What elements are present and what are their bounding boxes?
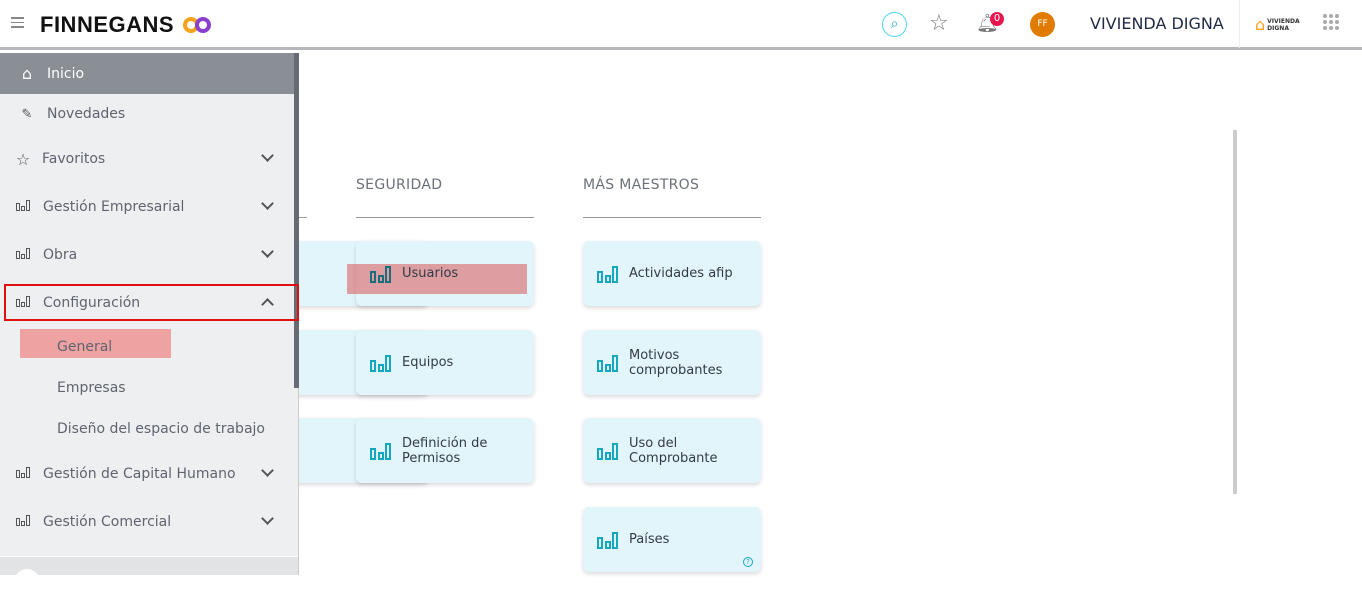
chart-icon xyxy=(14,247,32,263)
search-icon[interactable]: ⌕ xyxy=(882,12,907,37)
card-label: Usuarios xyxy=(402,266,459,281)
section-divider xyxy=(356,217,534,218)
card-motivos-comprobantes[interactable]: Motivos comprobantes xyxy=(583,330,761,395)
sidebar-item-inicio[interactable]: ⌂ Inicio xyxy=(0,53,294,94)
star-icon: ☆ xyxy=(15,149,31,169)
card-label: Países xyxy=(629,532,670,547)
card-label: Definición de Permisos xyxy=(402,435,488,466)
chevron-down-icon[interactable] xyxy=(261,512,274,525)
sidebar-item-label: Novedades xyxy=(47,106,126,122)
sidebar-item-label: Gestión Empresarial xyxy=(43,199,185,215)
card-actividades-afip[interactable]: Actividades afip xyxy=(583,241,761,306)
card-paises[interactable]: Países ? xyxy=(583,507,761,572)
top-header: FINNEGANS ⌕ ☆ 🔔︎ 0 FF VIVIENDA DIGNA ⌂ V… xyxy=(0,0,1362,50)
house-icon: ⌂ xyxy=(1255,15,1266,34)
section-divider xyxy=(583,217,761,218)
sidebar-item-label: Favoritos xyxy=(42,151,106,167)
chart-icon xyxy=(370,354,391,372)
sidebar-item-label: Gestión Comercial xyxy=(43,514,172,530)
card-label: Equipos xyxy=(402,355,454,370)
chevron-down-icon[interactable] xyxy=(261,197,274,210)
sidebar-item-gestion-empresarial[interactable]: Gestión Empresarial xyxy=(0,187,294,227)
company-logo-text: VIVIENDA DIGNA xyxy=(1267,17,1300,32)
chart-icon xyxy=(14,466,32,482)
notification-badge: 0 xyxy=(990,12,1004,26)
chart-icon xyxy=(370,265,391,283)
company-logo: ⌂ VIVIENDA DIGNA xyxy=(1255,15,1300,34)
card-label: Motivos comprobantes xyxy=(629,347,723,378)
sidebar-scrollbar[interactable] xyxy=(294,53,299,388)
chart-icon xyxy=(14,514,32,530)
sidebar: ⌂ Inicio ✎ Novedades ☆ Favoritos Gestión Em… xyxy=(0,53,298,595)
brand-name: FINNEGANS xyxy=(40,12,175,37)
sidebar-item-gestion-comercial[interactable]: Gestión Comercial xyxy=(0,502,294,542)
sidebar-item-obra[interactable]: Obra xyxy=(0,235,294,275)
help-icon[interactable]: ? xyxy=(743,557,753,567)
sidebar-item-label: Inicio xyxy=(47,65,85,82)
sidebar-right-edge xyxy=(298,388,299,575)
sidebar-item-label: Gestión de Capital Humano xyxy=(43,466,236,482)
divider xyxy=(1239,0,1240,48)
sidebar-item-label: Configuración xyxy=(43,295,141,311)
home-icon: ⌂ xyxy=(21,64,33,83)
apps-grid-icon[interactable] xyxy=(1323,14,1339,30)
content-panel-border xyxy=(1233,130,1237,494)
favorites-star-icon[interactable]: ☆ xyxy=(929,11,949,36)
section-title-seguridad: SEGURIDAD xyxy=(356,177,443,193)
sidebar-item-label: Obra xyxy=(43,247,78,263)
sidebar-subitem-diseno[interactable]: Diseño del espacio de trabajo xyxy=(57,421,265,437)
chevron-up-icon[interactable] xyxy=(261,298,274,311)
card-uso-comprobante[interactable]: Uso del Comprobante xyxy=(583,418,761,483)
sidebar-footer xyxy=(0,556,298,595)
sidebar-item-capital-humano[interactable]: Gestión de Capital Humano xyxy=(0,454,294,494)
partial-column-line xyxy=(298,217,307,218)
card-label: Actividades afip xyxy=(629,266,733,281)
card-usuarios[interactable]: Usuarios xyxy=(347,241,534,306)
sidebar-item-favoritos[interactable]: ☆ Favoritos xyxy=(0,139,294,179)
chevron-down-icon[interactable] xyxy=(261,245,274,258)
brand-infinity-icon xyxy=(182,17,211,33)
chart-icon xyxy=(597,442,618,460)
sidebar-subitem-empresas[interactable]: Empresas xyxy=(57,380,126,396)
chart-icon xyxy=(14,199,32,215)
card-definicion-permisos[interactable]: Definición de Permisos xyxy=(356,418,534,483)
menu-icon[interactable] xyxy=(11,17,24,31)
user-circle-icon[interactable] xyxy=(14,569,40,595)
chart-icon xyxy=(597,265,618,283)
chart-icon xyxy=(370,442,391,460)
chevron-down-icon[interactable] xyxy=(261,464,274,477)
chevron-down-icon[interactable] xyxy=(261,149,274,162)
card-label: Uso del Comprobante xyxy=(629,435,718,466)
avatar[interactable]: FF xyxy=(1030,12,1055,37)
card-equipos[interactable]: Equipos xyxy=(356,330,534,395)
sidebar-item-novedades[interactable]: ✎ Novedades xyxy=(0,94,294,134)
company-name[interactable]: VIVIENDA DIGNA xyxy=(1090,14,1224,33)
sidebar-item-configuracion[interactable]: Configuración xyxy=(0,283,294,323)
sidebar-subitem-general[interactable]: General xyxy=(57,339,112,355)
brand-logo[interactable]: FINNEGANS xyxy=(40,12,211,38)
pin-icon: ✎ xyxy=(21,106,33,122)
chart-icon xyxy=(597,354,618,372)
section-title-mas-maestros: MÁS MAESTROS xyxy=(583,177,700,193)
chart-icon xyxy=(14,295,32,311)
chart-icon xyxy=(597,531,618,549)
